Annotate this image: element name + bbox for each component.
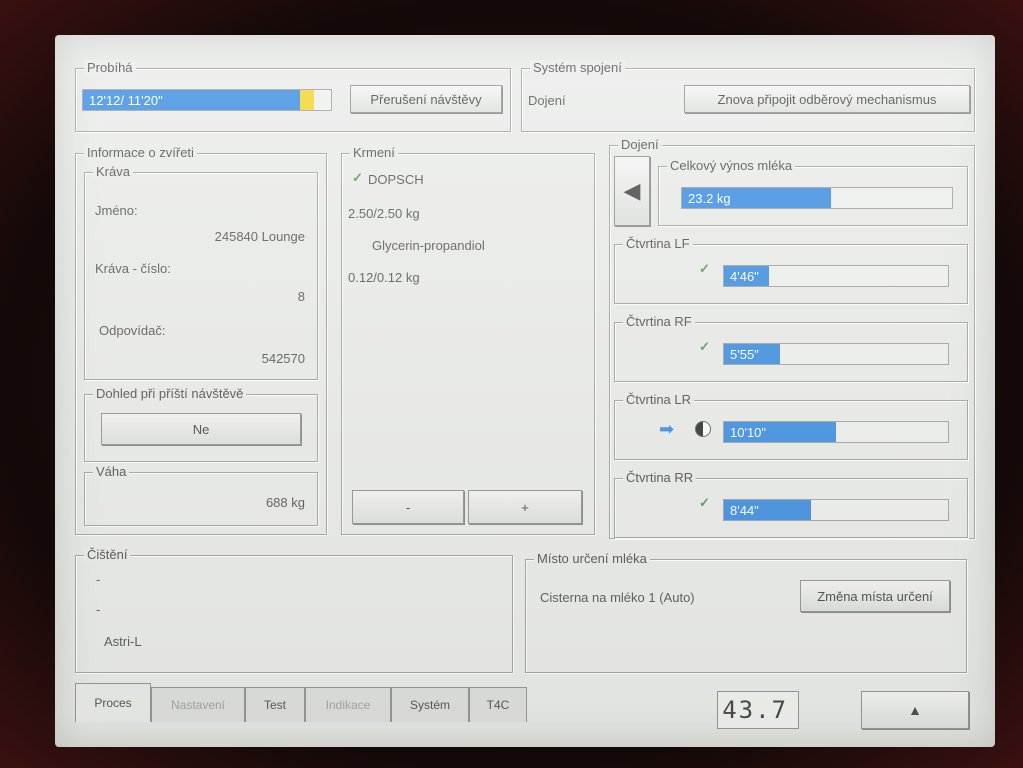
total-yield-legend: Celkový výnos mléka bbox=[667, 158, 796, 173]
robot-control-screen: Probíhá 12'12/ 11'20" Přerušení návštěvy… bbox=[55, 35, 995, 747]
quarter-label: Čtvrtina LF bbox=[623, 236, 693, 251]
cleaning-line-2: - bbox=[96, 602, 101, 617]
quarter-label: Čtvrtina RR bbox=[623, 470, 697, 485]
feed-2-name: Glycerin-propandiol bbox=[372, 238, 485, 253]
tab-nastavení[interactable]: Nastavení bbox=[151, 687, 245, 722]
visit-progress-bar: 12'12/ 11'20" bbox=[82, 89, 332, 111]
weight-value: 688 kg bbox=[265, 495, 305, 510]
feed-1-amount: 2.50/2.50 kg bbox=[348, 206, 420, 221]
quarter-label: Čtvrtina RF bbox=[623, 314, 695, 329]
milking-group: Dojení ◀ Celkový výnos mléka 23.2 kg Čtv… bbox=[609, 137, 975, 539]
visit-time: 12'12/ 11'20" bbox=[89, 92, 163, 108]
feed-increase-button[interactable]: + bbox=[468, 490, 582, 524]
cow-number-value: 8 bbox=[297, 289, 305, 304]
cleaning-line-1: - bbox=[96, 572, 101, 587]
total-yield-value: 23.2 kg bbox=[688, 190, 731, 206]
tab-proces[interactable]: Proces bbox=[75, 683, 151, 722]
value-display-text: 43.7 bbox=[722, 696, 788, 724]
quarter-progress-fill: 5'55" bbox=[724, 344, 780, 364]
quarter-time: 8'44" bbox=[730, 502, 759, 518]
cow-legend: Kráva bbox=[93, 164, 133, 179]
quarter-time: 10'10" bbox=[730, 424, 767, 440]
supervision-legend: Dohled při příští návštěvě bbox=[93, 386, 247, 401]
weight-group: Váha 688 kg bbox=[84, 464, 318, 526]
quarter-progress-fill: 10'10" bbox=[724, 422, 836, 442]
quarter-group: Čtvrtina LF ✓ 4'46" bbox=[614, 236, 968, 304]
tab-t4c[interactable]: T4C bbox=[469, 687, 527, 722]
scroll-up-button[interactable]: ▲ bbox=[861, 691, 969, 729]
quarter-progress-bar: 5'55" bbox=[723, 343, 949, 365]
tab-systém[interactable]: Systém bbox=[391, 687, 469, 722]
quarter-check-icon: ✓ bbox=[699, 495, 710, 510]
quarter-label: Čtvrtina LR bbox=[623, 392, 695, 407]
cow-group: Kráva Jméno: 245840 Lounge Kráva - číslo… bbox=[84, 164, 318, 380]
name-value: 245840 Lounge bbox=[214, 229, 305, 244]
progress-group: Probíhá 12'12/ 11'20" Přerušení návštěvy bbox=[75, 60, 511, 132]
responder-label: Odpovídač: bbox=[99, 323, 166, 338]
tab-indikace[interactable]: Indikace bbox=[305, 687, 391, 722]
up-arrow-icon: ▲ bbox=[908, 702, 922, 718]
cow-number-label: Kráva - číslo: bbox=[95, 261, 171, 276]
cleaning-group: Čištění - - Astri-L bbox=[75, 547, 513, 673]
feed-1-name: DOPSCH bbox=[368, 172, 424, 187]
quarter-time: 4'46" bbox=[730, 268, 759, 284]
name-label: Jméno: bbox=[95, 203, 138, 218]
feed-2-amount: 0.12/0.12 kg bbox=[348, 270, 420, 285]
cleaning-legend: Čištění bbox=[84, 547, 131, 562]
collapse-arrow-button[interactable]: ◀ bbox=[614, 156, 650, 226]
quarter-check-icon: ✓ bbox=[699, 339, 710, 354]
feeding-legend: Krmení bbox=[350, 145, 398, 160]
feeding-group: Krmení ✓ DOPSCH 2.50/2.50 kg Glycerin-pr… bbox=[341, 145, 595, 535]
quarter-time: 5'55" bbox=[730, 346, 759, 362]
animal-info-legend: Informace o zvířeti bbox=[84, 145, 197, 160]
quarter-progress-fill: 8'44" bbox=[724, 500, 812, 520]
quarter-group: Čtvrtina RR ✓ 8'44" bbox=[614, 470, 968, 538]
quarter-progress-fill: 4'46" bbox=[724, 266, 769, 286]
value-display: 43.7 bbox=[717, 691, 799, 729]
visit-progress-marker bbox=[299, 90, 314, 110]
left-arrow-icon: ◀ bbox=[623, 178, 641, 203]
cleaning-line-3: Astri-L bbox=[104, 634, 142, 649]
supervision-group: Dohled při příští návštěvě Ne bbox=[84, 386, 318, 462]
feed-decrease-button[interactable]: - bbox=[352, 490, 464, 524]
total-yield-fill: 23.2 kg bbox=[682, 188, 831, 208]
quarter-progress-bar: 4'46" bbox=[723, 265, 949, 287]
weight-legend: Váha bbox=[93, 464, 130, 479]
quarter-progress-bar: 8'44" bbox=[723, 499, 949, 521]
arrow-right-icon: ➡ bbox=[659, 419, 675, 439]
milk-destination-legend: Místo určení mléka bbox=[534, 551, 650, 566]
milk-destination-group: Místo určení mléka Cisterna na mléko 1 (… bbox=[525, 551, 967, 673]
feed-1-check-icon: ✓ bbox=[352, 170, 363, 185]
quarter-progress-bar: 10'10" bbox=[723, 421, 949, 443]
connection-group: Systém spojení Dojení Znova připojit odb… bbox=[521, 60, 975, 132]
progress-legend: Probíhá bbox=[84, 60, 136, 75]
animal-info-group: Informace o zvířeti Kráva Jméno: 245840 … bbox=[75, 145, 327, 535]
total-yield-group: Celkový výnos mléka 23.2 kg bbox=[658, 158, 968, 226]
interrupt-visit-button[interactable]: Přerušení návštěvy bbox=[350, 85, 502, 113]
visit-progress-fill: 12'12/ 11'20" bbox=[83, 90, 300, 110]
total-yield-bar: 23.2 kg bbox=[681, 187, 953, 209]
connection-legend: Systém spojení bbox=[530, 60, 625, 75]
reconnect-button[interactable]: Znova připojit odběrový mechanismus bbox=[684, 85, 970, 113]
quarter-check-icon: ✓ bbox=[699, 261, 710, 276]
supervision-toggle-button[interactable]: Ne bbox=[101, 413, 301, 445]
quarter-group: Čtvrtina LR ➡ 10'10" bbox=[614, 392, 968, 460]
quarter-group: Čtvrtina RF ✓ 5'55" bbox=[614, 314, 968, 382]
milking-legend: Dojení bbox=[618, 137, 662, 152]
teat-cup-icon bbox=[695, 421, 711, 437]
milk-destination-value: Cisterna na mléko 1 (Auto) bbox=[540, 590, 695, 605]
connection-status: Dojení bbox=[528, 93, 566, 108]
tab-test[interactable]: Test bbox=[245, 687, 305, 722]
responder-value: 542570 bbox=[261, 351, 305, 366]
change-destination-button[interactable]: Změna místa určení bbox=[800, 580, 950, 612]
